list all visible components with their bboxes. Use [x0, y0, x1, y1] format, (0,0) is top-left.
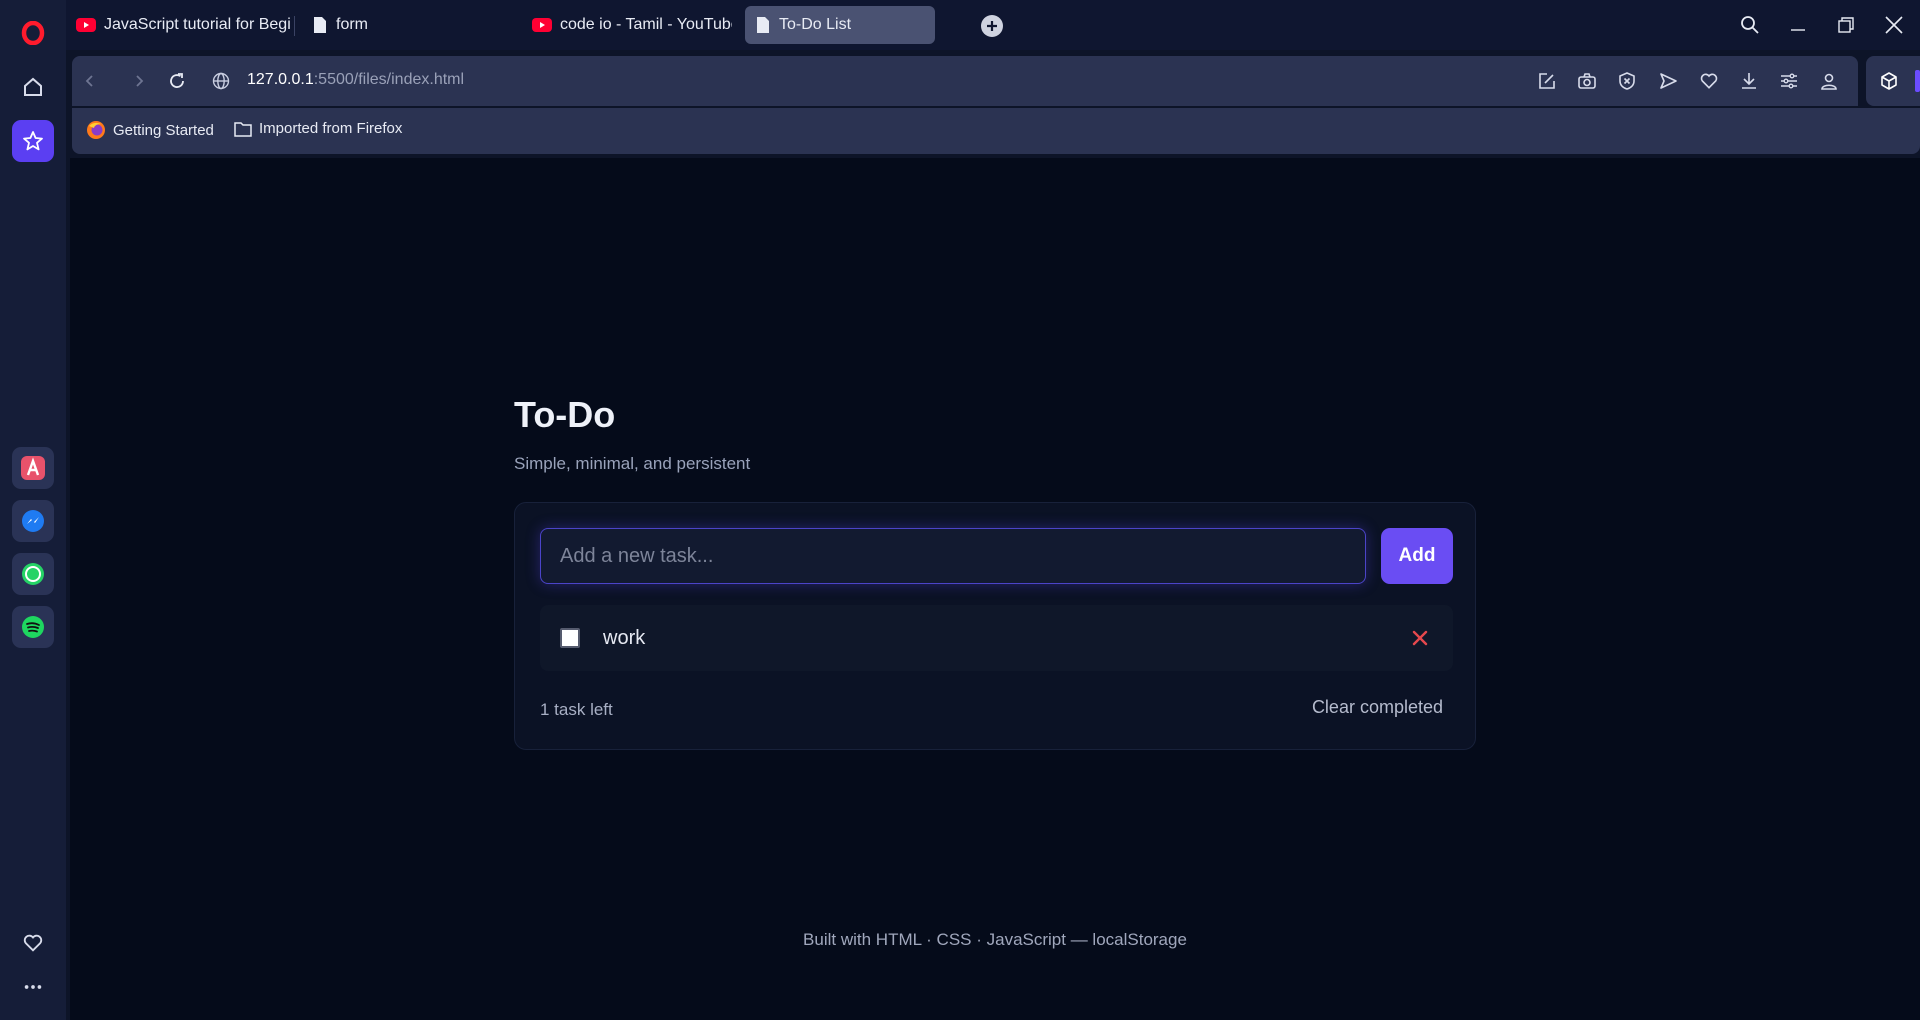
reload-icon[interactable]	[165, 69, 189, 93]
tab-code-io[interactable]: code io - Tamil - YouTube	[522, 6, 732, 44]
bookmark-imported-from-firefox[interactable]: Imported from Firefox	[234, 120, 402, 137]
page-subtitle: Simple, minimal, and persistent	[514, 454, 751, 473]
tab-label: JavaScript tutorial for Beginn	[104, 16, 291, 33]
camera-icon[interactable]	[1575, 69, 1599, 93]
more-icon[interactable]	[12, 966, 54, 1008]
url-host: 127.0.0.1	[247, 71, 314, 88]
send-icon[interactable]	[1656, 69, 1680, 93]
youtube-icon	[76, 18, 96, 32]
address-bar: 127.0.0.1:5500/files/index.html	[72, 56, 1858, 106]
todo-text[interactable]: work	[603, 627, 645, 650]
tab-label: To-Do List	[779, 16, 852, 33]
easy-setup-icon[interactable]	[1777, 69, 1801, 93]
footer-text: Built with HTML · CSS · JavaScript — loc…	[803, 930, 1187, 949]
tab-todo-list[interactable]: To-Do List	[745, 6, 935, 44]
whatsapp-icon[interactable]	[12, 553, 54, 595]
bookmark-label: Imported from Firefox	[259, 120, 403, 137]
todo-item: work	[540, 605, 1453, 671]
folder-icon	[234, 121, 252, 137]
profile-icon[interactable]	[1817, 69, 1841, 93]
heart-icon[interactable]	[12, 922, 54, 964]
todo-checkbox[interactable]	[560, 628, 580, 648]
extensions-button[interactable]	[1866, 56, 1920, 106]
tab-form[interactable]: form	[302, 6, 472, 44]
file-icon	[314, 17, 326, 33]
bookmark-label: Getting Started	[113, 121, 214, 139]
firefox-icon	[87, 121, 105, 139]
tab-label: code io - Tamil - YouTube	[560, 16, 732, 33]
tab-label: form	[336, 16, 368, 33]
tab-javascript-tutorial[interactable]: JavaScript tutorial for Beginn	[66, 6, 291, 44]
snap-icon[interactable]	[1535, 69, 1559, 93]
new-task-input[interactable]	[540, 528, 1366, 584]
todo-card: Add work 1 task left Clear completed	[514, 502, 1476, 750]
bookmarks-bar: Getting Started Imported from Firefox	[72, 108, 1920, 154]
download-icon[interactable]	[1737, 69, 1761, 93]
back-icon[interactable]	[78, 69, 102, 93]
browser-sidebar	[0, 0, 66, 1020]
todo-app: To-Do Simple, minimal, and persistent Ad…	[514, 394, 1476, 949]
home-icon[interactable]	[12, 66, 54, 108]
page-viewport: To-Do Simple, minimal, and persistent Ad…	[70, 158, 1920, 1020]
url-path: :5500/files/index.html	[313, 71, 465, 88]
new-tab-button[interactable]	[981, 15, 1003, 37]
youtube-icon	[532, 18, 552, 32]
messenger-icon[interactable]	[12, 500, 54, 542]
plus-icon	[987, 21, 997, 31]
restore-icon[interactable]	[1833, 12, 1859, 38]
close-window-icon[interactable]	[1881, 12, 1907, 38]
bookmark-heart-icon[interactable]	[1697, 69, 1721, 93]
add-button[interactable]: Add	[1381, 528, 1453, 584]
globe-icon[interactable]	[209, 69, 233, 93]
file-icon	[757, 17, 769, 33]
speed-dial-icon[interactable]	[12, 120, 54, 162]
cube-icon	[1877, 69, 1901, 93]
tasks-left-count: 1 task left	[540, 700, 613, 719]
delete-icon[interactable]	[1409, 627, 1431, 649]
bookmark-getting-started[interactable]: Getting Started	[86, 120, 214, 140]
minimize-icon[interactable]	[1785, 12, 1811, 38]
aria-icon[interactable]	[12, 447, 54, 489]
spotify-icon[interactable]	[12, 606, 54, 648]
opera-logo-icon[interactable]	[12, 12, 54, 54]
tab-strip: JavaScript tutorial for Beginn form code…	[66, 0, 1920, 50]
forward-icon[interactable]	[127, 69, 151, 93]
page-title: To-Do	[514, 394, 616, 435]
adblock-icon[interactable]	[1615, 69, 1639, 93]
search-tabs-icon[interactable]	[1737, 12, 1763, 38]
clear-completed-button[interactable]: Clear completed	[1312, 697, 1443, 718]
url-field[interactable]: 127.0.0.1:5500/files/index.html	[247, 71, 464, 89]
